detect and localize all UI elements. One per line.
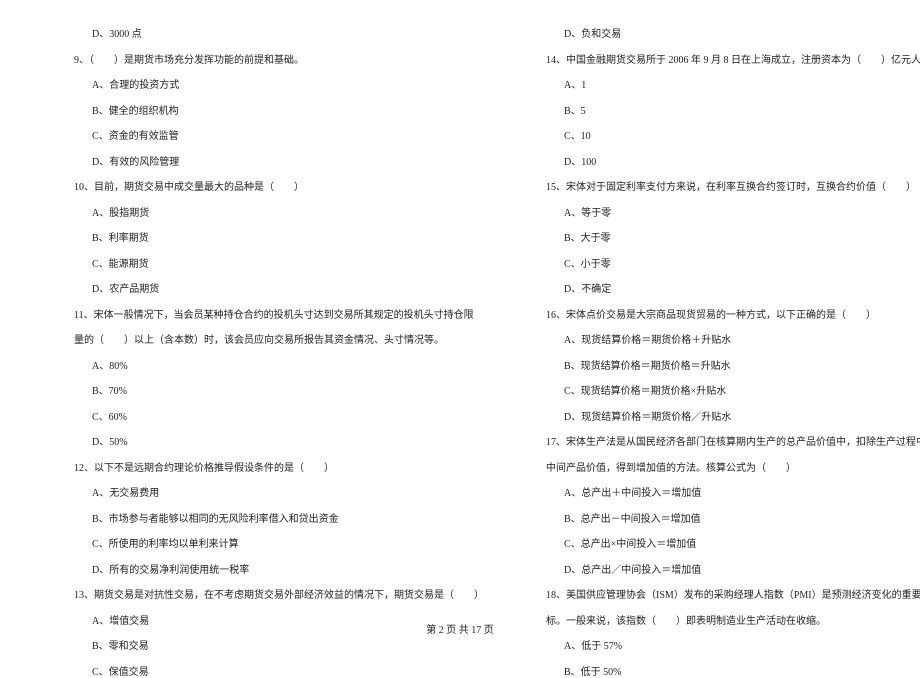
text-line: A、现货结算价格＝期货价格＋升贴水 — [528, 336, 920, 346]
text-line: D、50% — [56, 438, 484, 448]
text-line: 11、宋体一般情况下，当会员某种持仓合约的投机头寸达到交易所其规定的投机头寸持仓… — [56, 311, 484, 321]
text-line: D、100 — [528, 158, 920, 168]
page-footer: 第 2 页 共 17 页 — [0, 621, 920, 636]
right-column: D、负和交易 14、中国金融期货交易所于 2006 年 9 月 8 日在上海成立，… — [528, 30, 920, 610]
text-line: 15、宋体对于固定利率支付方来说，在利率互换合约签订时，互换合约价值（ ） — [528, 183, 920, 193]
text-line: A、1 — [528, 81, 920, 91]
text-line: B、零和交易 — [56, 642, 484, 652]
text-line: D、有效的风险管理 — [56, 158, 484, 168]
left-column: D、3000 点 9、（ ）是期货市场充分发挥功能的前提和基础。 A、合理的投资方式… — [56, 30, 484, 610]
text-line: C、60% — [56, 413, 484, 423]
text-line: C、资金的有效监管 — [56, 132, 484, 142]
text-line: A、总产出＋中间投入＝增加值 — [528, 489, 920, 499]
content-columns: D、3000 点 9、（ ）是期货市场充分发挥功能的前提和基础。 A、合理的投资方式… — [56, 30, 864, 610]
text-line: A、等于零 — [528, 209, 920, 219]
text-line: 12、以下不是远期合约理论价格推导假设条件的是（ ） — [56, 464, 484, 474]
text-line: 10、目前，期货交易中成交量最大的品种是（ ） — [56, 183, 484, 193]
text-line: A、无交易费用 — [56, 489, 484, 499]
text-line: 9、（ ）是期货市场充分发挥功能的前提和基础。 — [56, 56, 484, 66]
text-line: D、负和交易 — [528, 30, 920, 40]
text-line: A、低于 57% — [528, 642, 920, 652]
text-line: C、能源期货 — [56, 260, 484, 270]
text-line: B、市场参与者能够以相同的无风险利率借入和贷出资金 — [56, 515, 484, 525]
text-line: B、低于 50% — [528, 668, 920, 678]
text-line: 14、中国金融期货交易所于 2006 年 9 月 8 日在上海成立，注册资本为（… — [528, 56, 920, 66]
text-line: C、保值交易 — [56, 668, 484, 678]
text-line: B、大于零 — [528, 234, 920, 244]
text-line: B、利率期货 — [56, 234, 484, 244]
text-line: 18、美国供应管理协会（ISM）发布的采购经理人指数（PMI）是预测经济变化的重… — [528, 591, 920, 601]
text-line: A、股指期货 — [56, 209, 484, 219]
text-line: D、3000 点 — [56, 30, 484, 40]
text-line: 17、宋体生产法是从国民经济各部门在核算期内生产的总产品价值中，扣除生产过程中投… — [528, 438, 920, 448]
text-line: A、合理的投资方式 — [56, 81, 484, 91]
text-line: D、农产品期货 — [56, 285, 484, 295]
text-line: 中间产品价值，得到增加值的方法。核算公式为（ ） — [528, 464, 920, 474]
text-line: C、现货结算价格＝期货价格×升贴水 — [528, 387, 920, 397]
text-line: D、所有的交易净利润使用统一税率 — [56, 566, 484, 576]
text-line: B、现货结算价格＝期货价格＝升贴水 — [528, 362, 920, 372]
text-line: A、80% — [56, 362, 484, 372]
text-line: D、现货结算价格＝期货价格／升贴水 — [528, 413, 920, 423]
text-line: 16、宋体点价交易是大宗商品现货贸易的一种方式，以下正确的是（ ） — [528, 311, 920, 321]
text-line: B、健全的组织机构 — [56, 107, 484, 117]
text-line: B、70% — [56, 387, 484, 397]
text-line: D、不确定 — [528, 285, 920, 295]
text-line: 13、期货交易是对抗性交易，在不考虑期货交易外部经济效益的情况下，期货交易是（ … — [56, 591, 484, 601]
text-line: B、总产出－中间投入＝增加值 — [528, 515, 920, 525]
text-line: B、5 — [528, 107, 920, 117]
text-line: C、小于零 — [528, 260, 920, 270]
text-line: 量的（ ）以上（含本数）时，该会员应向交易所报告其资金情况、头寸情况等。 — [56, 336, 484, 346]
text-line: C、所使用的利率均以单利来计算 — [56, 540, 484, 550]
text-line: C、总产出×中间投入＝增加值 — [528, 540, 920, 550]
text-line: D、总产出／中间投入＝增加值 — [528, 566, 920, 576]
text-line: C、10 — [528, 132, 920, 142]
